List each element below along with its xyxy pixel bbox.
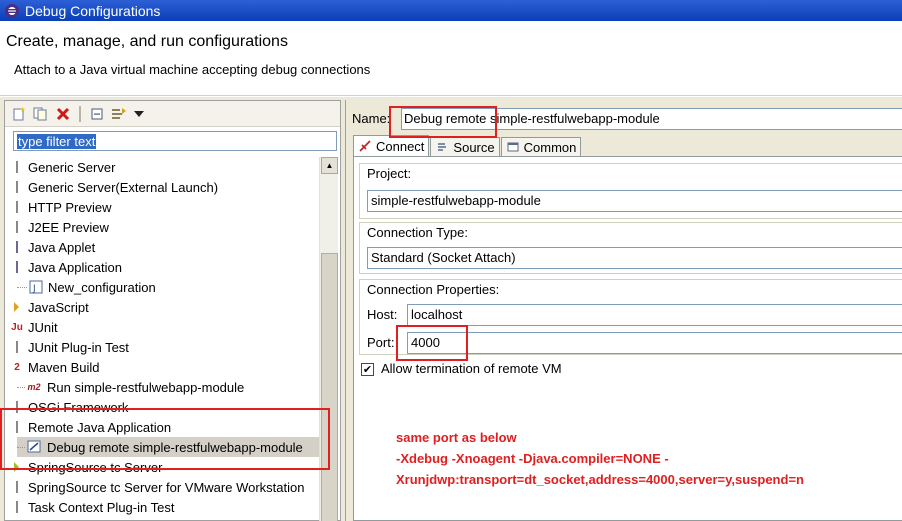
launch-type-icon [11,200,23,214]
tab-label: Source [453,139,495,155]
tree-item-javascript[interactable]: JavaScript [11,297,89,317]
tree-item-label: SpringSource tc Server for VMware Workst… [28,479,305,495]
maven-m2-icon: m2 [27,382,41,392]
window-title: Debug Configurations [25,2,161,19]
tree-item-label: Task Context Plug-in Test [28,499,175,515]
connection-type-label: Connection Type: [367,225,468,240]
host-label: Host: [367,307,398,322]
collapse-all-icon[interactable] [89,106,105,122]
tree-item-new-configuration[interactable]: J New_configuration [17,277,156,297]
tree-item-junit[interactable]: Ju JUnit [11,317,58,337]
name-highlight-box [389,106,497,138]
launch-type-icon [11,180,23,194]
header-title: Create, manage, and run configurations [6,33,288,50]
tree-item-label: Java Applet [28,239,96,255]
eclipse-debug-icon [5,3,19,18]
launch-type-icon [11,500,23,514]
config-toolbar [5,101,340,127]
tree-item-java-applet[interactable]: Java Applet [11,237,95,257]
tree-item-label: Run simple-restfulwebapp-module [47,379,245,395]
tree-item-java-application[interactable]: Java Application [11,257,122,277]
header-subtitle: Attach to a Java virtual machine accepti… [14,62,371,77]
junit-plugin-icon [11,340,23,354]
tree-item-label: Generic Server(External Launch) [28,179,219,195]
tree-item-task-context-plugin-test[interactable]: Task Context Plug-in Test [11,497,174,517]
tab-connect[interactable]: Connect [353,135,430,156]
tab-common[interactable]: Common [500,137,582,156]
duplicate-icon[interactable] [32,106,48,122]
scroll-up-icon[interactable]: ▲ [321,157,338,174]
tree-item-label: JavaScript [28,299,89,315]
tab-source[interactable]: Source [430,137,500,156]
window-titlebar: Debug Configurations [0,0,902,21]
host-input[interactable]: localhost [407,304,902,326]
tab-label: Connect [376,138,425,154]
tree-item-springsource-vmware[interactable]: SpringSource tc Server for VMware Workst… [11,477,304,497]
maven-icon: 2 [14,361,20,373]
filter-text: type filter text [17,134,97,149]
name-label: Name: [352,111,391,126]
tree-item-label: New_configuration [48,279,156,295]
connect-icon [358,140,372,153]
tree-item-label: Generic Server [28,159,116,175]
annotation-line-2: -Xdebug -Xnoagent -Djava.compiler=NONE - [396,451,669,466]
annotation-line-1: same port as below [396,430,517,445]
project-label: Project: [367,166,412,181]
dialog-header: Create, manage, and run configurations A… [0,21,902,96]
filter-input[interactable]: type filter text [13,131,337,151]
connection-properties-label: Connection Properties: [367,282,500,297]
tree-item-label: JUnit Plug-in Test [28,339,129,355]
connection-type-select[interactable]: Standard (Socket Attach) [367,247,902,269]
config-tabs: Connect Source Common [353,135,582,156]
toolbar-separator [79,106,81,122]
java-config-icon: J [29,280,43,294]
tree-item-http-preview[interactable]: HTTP Preview [11,197,112,217]
tree-item-junit-plugin-test[interactable]: JUnit Plug-in Test [11,337,129,357]
junit-icon: Ju [11,321,23,333]
tree-item-label: Maven Build [28,359,100,375]
java-applet-icon [11,240,23,254]
filter-icon[interactable] [111,106,127,122]
tree-item-generic-server-external[interactable]: Generic Server(External Launch) [11,177,218,197]
launch-type-icon [11,480,23,494]
allow-termination-label: Allow termination of remote VM [381,361,562,376]
port-label: Port: [367,335,395,350]
tab-label: Common [523,139,577,155]
port-highlight-box [396,325,468,361]
svg-text:J: J [32,284,36,294]
annotation-line-3: Xrunjdwp:transport=dt_socket,address=400… [396,472,804,487]
tree-item-run-maven-config[interactable]: m2 Run simple-restfulwebapp-module [17,377,244,397]
tree-item-label: Java Application [28,259,122,275]
project-group: Project: simple-restfulwebapp-module [359,163,902,219]
tree-item-label: HTTP Preview [28,199,112,215]
project-input[interactable]: simple-restfulwebapp-module [367,190,902,212]
launch-type-icon [11,160,23,174]
java-application-icon [11,260,23,274]
port-input[interactable]: 4000 [407,332,902,354]
source-icon [435,141,449,154]
tree-item-label: J2EE Preview [28,219,109,235]
common-icon [506,141,520,154]
view-menu-icon[interactable] [131,106,147,122]
tree-item-j2ee-preview[interactable]: J2EE Preview [11,217,109,237]
remote-config-highlight-box [0,408,330,470]
tree-connector [17,386,25,388]
scroll-thumb[interactable] [321,253,338,521]
delete-icon[interactable] [55,106,71,122]
tree-item-label: JUnit [28,319,58,335]
connection-type-group: Connection Type: Standard (Socket Attach… [359,222,902,274]
launch-type-icon [11,220,23,234]
new-config-icon[interactable] [11,106,27,122]
allow-termination-checkbox[interactable]: ✔ [361,363,374,376]
javascript-icon [11,300,23,314]
tree-item-maven-build[interactable]: 2 Maven Build [11,357,100,377]
tree-item-generic-server[interactable]: Generic Server [11,157,115,177]
tree-connector [17,286,27,288]
